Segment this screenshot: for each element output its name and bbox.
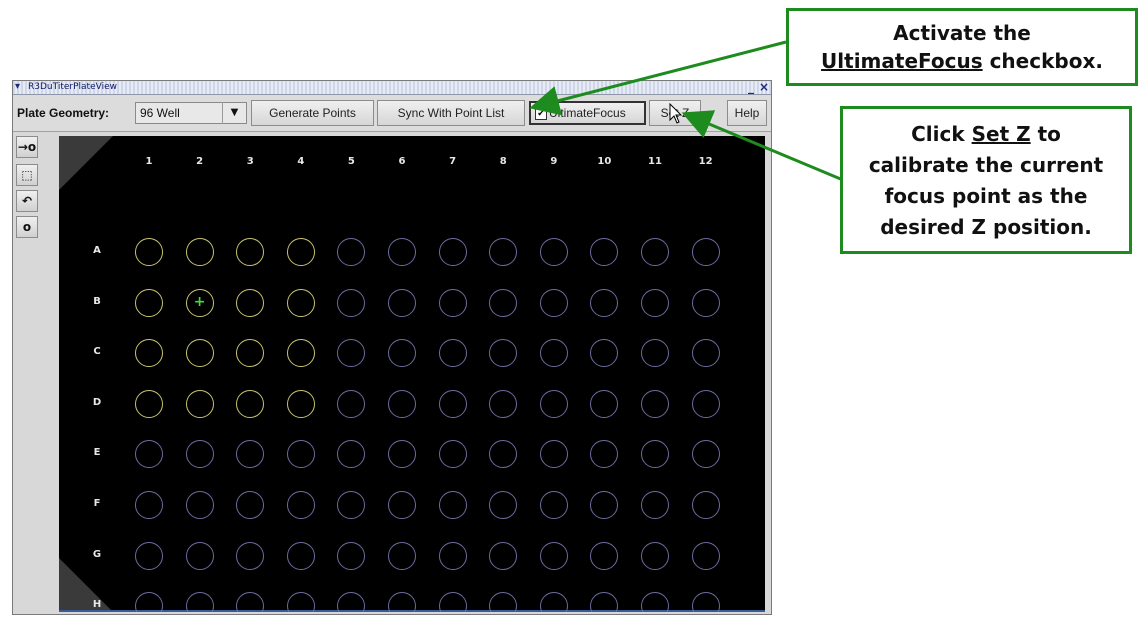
arrow-to-set-z [681,110,844,182]
callout-activate-checkbox: Activate the UltimateFocus checkbox. [786,8,1138,86]
callout-right-prefix: Click [911,122,972,146]
callout-right-line1: Click Set Z to [843,119,1129,150]
callout-arrows [529,40,844,182]
arrow-to-checkbox [529,40,787,116]
callout-top-line2: UltimateFocus checkbox. [789,47,1135,75]
callout-right-underlined: Set Z [971,122,1031,146]
callout-right-suffix: to [1030,122,1061,146]
callout-set-z: Click Set Z to calibrate the current foc… [840,106,1132,254]
callout-right-line3: focus point as the [884,184,1088,208]
callout-right-line4: desired Z position. [880,215,1092,239]
mouse-cursor-icon [669,103,683,124]
callout-top-line1: Activate the [893,21,1031,45]
callout-top-underlined: UltimateFocus [821,49,983,73]
callout-right-line2: calibrate the current [868,153,1104,177]
callout-top-line2-rest: checkbox. [982,49,1103,73]
